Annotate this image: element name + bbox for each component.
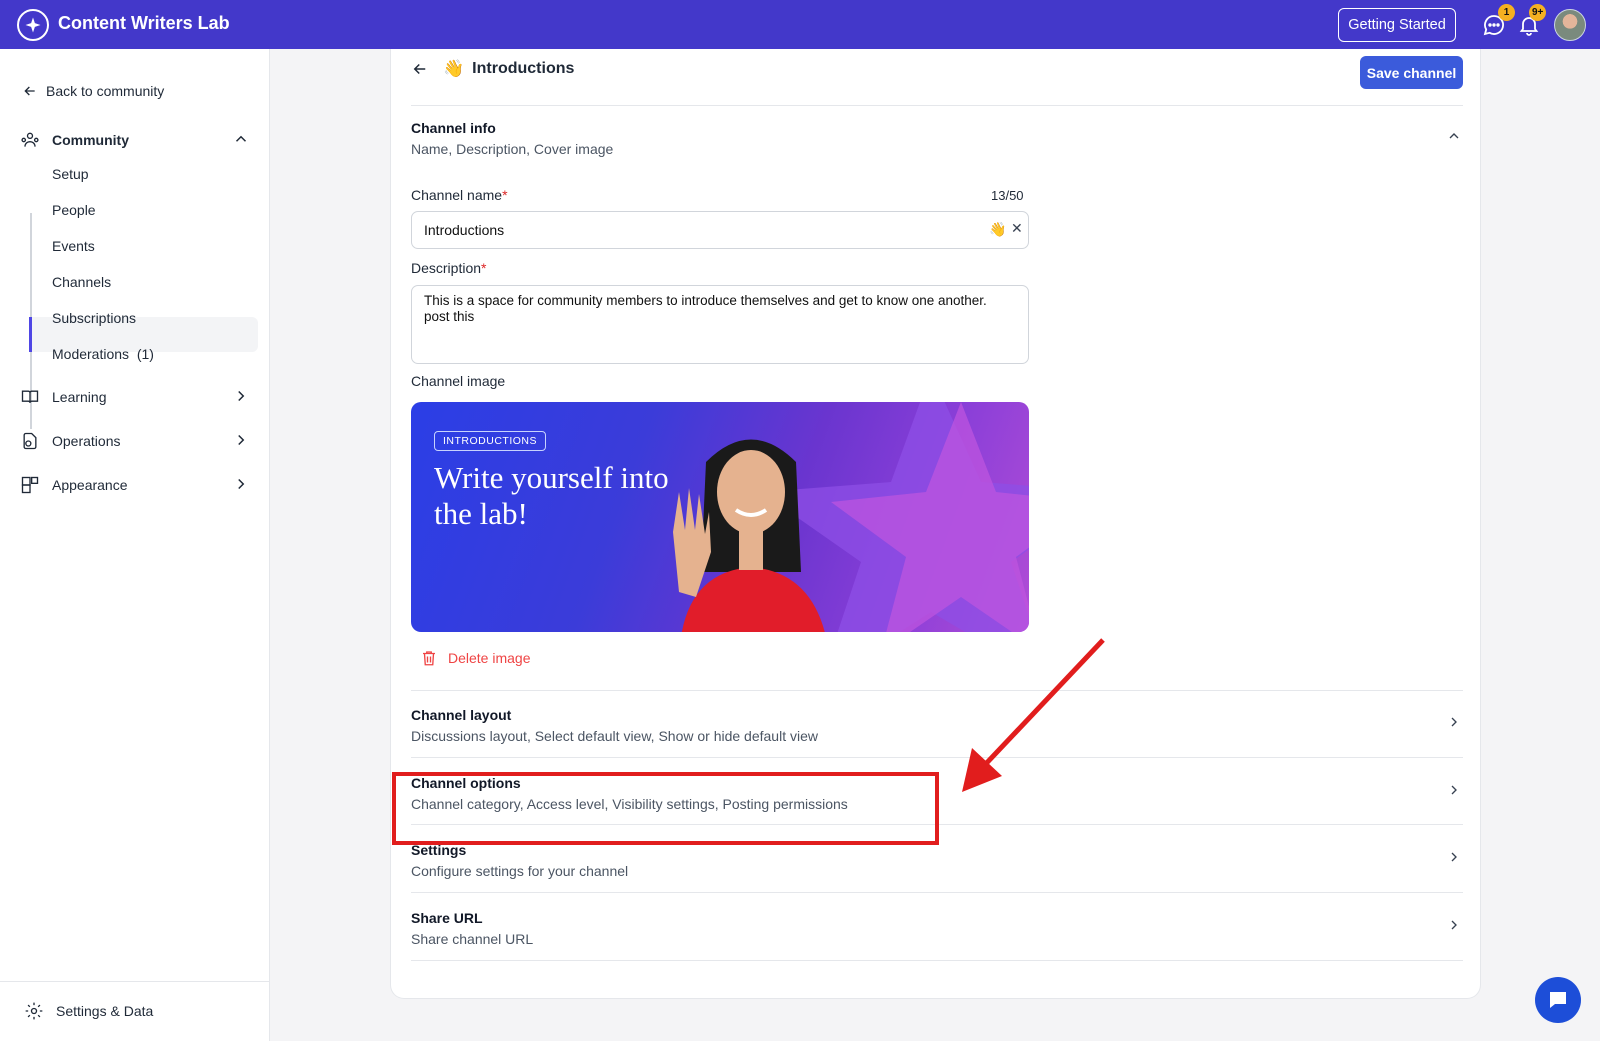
top-bar: Content Writers Lab Getting Started 1 9+ bbox=[0, 0, 1600, 49]
emoji-picker-icon[interactable]: 👋 bbox=[989, 221, 1006, 238]
channel-editor-card: 👋 Introductions Save channel Channel inf… bbox=[390, 49, 1481, 999]
chat-bubble-icon bbox=[1550, 992, 1566, 1008]
channel-name-input[interactable] bbox=[411, 211, 1029, 249]
chevron-right-icon[interactable] bbox=[1446, 782, 1462, 798]
operations-label: Operations bbox=[52, 433, 121, 449]
arrow-left-icon[interactable] bbox=[411, 60, 429, 78]
chevron-right-icon[interactable] bbox=[232, 387, 250, 405]
learning-label: Learning bbox=[52, 389, 107, 405]
channel-cover-image[interactable]: INTRODUCTIONS Write yourself into the la… bbox=[411, 402, 1029, 632]
annotation-highlight-box bbox=[392, 772, 939, 845]
channel-name-label: Channel name* bbox=[411, 187, 508, 203]
sidebar-item-subscriptions[interactable]: Subscriptions bbox=[52, 310, 136, 326]
sidebar-section-learning[interactable]: Learning bbox=[20, 387, 250, 407]
operations-icon bbox=[23, 432, 37, 450]
sidebar-item-channels[interactable]: Channels bbox=[52, 274, 111, 290]
chat-support-button[interactable] bbox=[1535, 977, 1581, 1023]
arrow-left-icon bbox=[24, 86, 35, 96]
settings-data-label: Settings & Data bbox=[56, 1003, 154, 1019]
sidebar-section-appearance[interactable]: Appearance bbox=[20, 475, 250, 495]
annotation-arrow bbox=[962, 638, 1105, 792]
share-url-title[interactable]: Share URL bbox=[411, 910, 483, 926]
appearance-label: Appearance bbox=[52, 477, 128, 493]
person-waving-illustration bbox=[673, 439, 825, 632]
settings-section-subtitle: Configure settings for your channel bbox=[411, 863, 629, 879]
settings-data-link[interactable]: Settings & Data bbox=[24, 1001, 153, 1021]
messages-badge: 1 bbox=[1498, 4, 1515, 21]
sidebar-item-moderations[interactable]: Moderations (1) bbox=[52, 346, 154, 362]
channel-name-label-text: Channel name bbox=[411, 187, 503, 203]
community-icon bbox=[21, 132, 39, 147]
chevron-up-icon[interactable] bbox=[232, 130, 250, 148]
divider bbox=[411, 757, 1463, 758]
clear-icon[interactable]: ✕ bbox=[1011, 220, 1023, 237]
sidebar: Back to community Community Setup People… bbox=[0, 49, 270, 1041]
page-header: 👋 Introductions bbox=[411, 59, 574, 79]
getting-started-button[interactable]: Getting Started bbox=[1338, 8, 1456, 42]
channel-layout-title[interactable]: Channel layout bbox=[411, 707, 511, 723]
chevron-right-icon[interactable] bbox=[1446, 917, 1462, 933]
chevron-right-icon[interactable] bbox=[1446, 849, 1462, 865]
app-title[interactable]: Content Writers Lab bbox=[58, 13, 230, 34]
channel-info-title[interactable]: Channel info bbox=[411, 120, 496, 136]
sidebar-section-operations[interactable]: Operations bbox=[20, 431, 250, 451]
user-avatar[interactable] bbox=[1554, 9, 1586, 41]
sidebar-item-people[interactable]: People bbox=[52, 202, 96, 218]
cover-tag: INTRODUCTIONS bbox=[434, 431, 546, 451]
sidebar-item-events[interactable]: Events bbox=[52, 238, 95, 254]
chevron-right-icon[interactable] bbox=[232, 431, 250, 449]
share-url-subtitle: Share channel URL bbox=[411, 931, 534, 947]
chevron-up-icon[interactable] bbox=[1446, 128, 1462, 144]
app-logo-icon[interactable] bbox=[17, 9, 49, 41]
delete-image-button[interactable]: Delete image bbox=[420, 649, 531, 667]
save-channel-button[interactable]: Save channel bbox=[1360, 56, 1463, 89]
channel-name-counter: 13/50 bbox=[991, 188, 1024, 203]
page-title: Introductions bbox=[472, 60, 575, 77]
sidebar-divider bbox=[0, 981, 270, 982]
back-to-community-label: Back to community bbox=[46, 83, 165, 99]
sidebar-item-setup[interactable]: Setup bbox=[52, 166, 89, 182]
community-label: Community bbox=[52, 132, 129, 148]
description-label: Description* bbox=[411, 260, 487, 276]
divider bbox=[411, 690, 1463, 691]
cover-headline: Write yourself into the lab! bbox=[434, 460, 669, 531]
channel-info-subtitle: Name, Description, Cover image bbox=[411, 141, 614, 157]
appearance-icon bbox=[21, 476, 39, 494]
channel-emoji: 👋 bbox=[443, 59, 465, 78]
divider bbox=[411, 892, 1463, 893]
channel-image-label: Channel image bbox=[411, 373, 506, 389]
description-label-text: Description bbox=[411, 260, 482, 276]
chevron-right-icon[interactable] bbox=[1446, 714, 1462, 730]
divider bbox=[411, 105, 1463, 106]
back-to-community-link[interactable]: Back to community bbox=[22, 83, 164, 99]
book-open-icon bbox=[21, 390, 39, 403]
chevron-right-icon[interactable] bbox=[232, 475, 250, 493]
trash-icon bbox=[423, 651, 435, 666]
description-textarea[interactable]: This is a space for community members to… bbox=[411, 285, 1029, 364]
sidebar-section-community[interactable]: Community bbox=[20, 130, 250, 150]
divider bbox=[411, 960, 1463, 961]
delete-image-label: Delete image bbox=[448, 650, 531, 666]
gear-icon bbox=[25, 1002, 43, 1020]
notifications-badge: 9+ bbox=[1529, 4, 1547, 21]
channel-layout-subtitle: Discussions layout, Select default view,… bbox=[411, 728, 818, 744]
